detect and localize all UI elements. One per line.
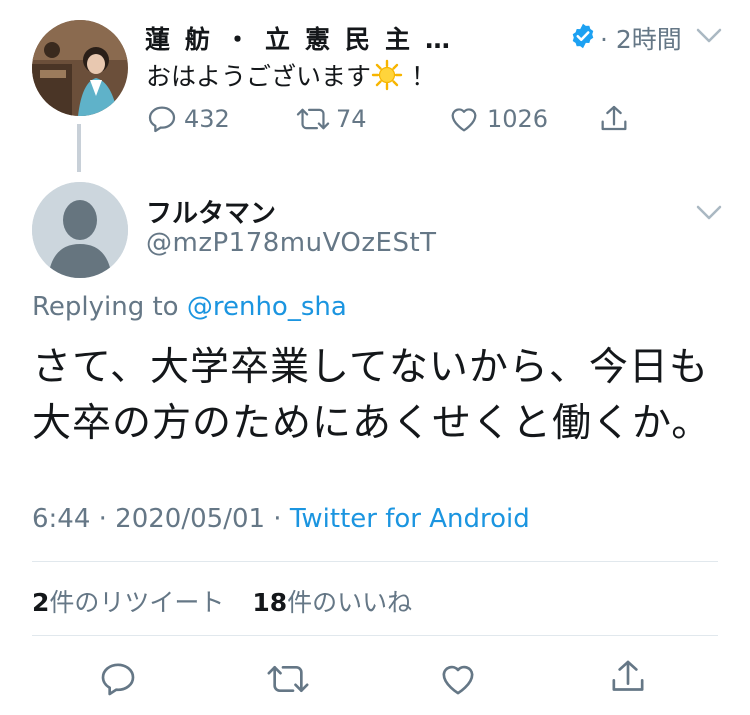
like-stat-label: 件のいいね	[287, 588, 413, 617]
share-button[interactable]	[603, 652, 653, 702]
divider-top	[32, 561, 718, 562]
reply-handle[interactable]: @mzP178muVOzEStT	[146, 228, 437, 258]
reply-avatar[interactable]	[32, 182, 128, 278]
reply-button[interactable]	[93, 654, 143, 704]
parent-like-count: 1026	[487, 105, 549, 133]
retweet-icon	[266, 659, 310, 699]
divider-bottom	[32, 635, 718, 636]
parent-chevron-down-icon[interactable]	[696, 28, 722, 44]
share-icon	[608, 656, 648, 698]
like-stat[interactable]: 18件のいいね	[252, 588, 412, 617]
sun-emoji-icon	[371, 59, 403, 91]
parent-share-button[interactable]	[598, 102, 630, 136]
thread-connector-line	[77, 124, 81, 172]
retweet-stat-label: 件のリツイート	[49, 588, 225, 617]
tweet-source-link[interactable]: Twitter for Android	[290, 504, 530, 534]
reply-chevron-down-icon[interactable]	[696, 205, 722, 221]
parent-retweet-button[interactable]: 74	[296, 103, 367, 135]
tweet-timestamp[interactable]: 6:44 · 2020/05/01 ·	[32, 504, 290, 534]
tweet-meta: 6:44 · 2020/05/01 · Twitter for Android	[32, 504, 530, 534]
replying-to-label: Replying to	[32, 292, 187, 322]
parent-display-name[interactable]: 蓮舫・立憲民主…	[145, 20, 550, 56]
parent-text-main: おはようございます	[146, 62, 372, 91]
parent-avatar[interactable]	[32, 20, 128, 116]
retweet-button[interactable]	[263, 654, 313, 704]
engagement-stats: 2件のリツイート 18件のいいね	[32, 583, 412, 619]
parent-retweet-count: 74	[336, 105, 367, 133]
heart-icon	[447, 103, 481, 135]
like-stat-count: 18	[252, 588, 288, 617]
share-icon	[598, 102, 630, 136]
parent-reply-count: 432	[184, 105, 230, 133]
heart-icon	[437, 659, 479, 699]
verified-badge-icon	[569, 22, 597, 50]
retweet-stat[interactable]: 2件のリツイート	[32, 588, 224, 617]
like-button[interactable]	[433, 654, 483, 704]
replying-to-line: Replying to @renho_sha	[32, 292, 347, 322]
replying-to-handle-link[interactable]: @renho_sha	[187, 292, 347, 322]
parent-like-button[interactable]: 1026	[447, 103, 548, 135]
parent-text-exclamation: ！	[403, 62, 436, 91]
retweet-stat-count: 2	[32, 588, 50, 617]
reply-display-name[interactable]: フルタマン	[146, 193, 276, 230]
parent-timestamp[interactable]: · 2時間	[600, 20, 682, 56]
retweet-icon	[296, 103, 330, 135]
reply-icon	[146, 103, 178, 135]
reply-tweet-text: さて、大学卒業してないから、今日も大卒の方のためにあくせくと働くか。	[32, 345, 712, 446]
parent-reply-button[interactable]: 432	[146, 103, 230, 135]
parent-tweet-text: おはようございます ！	[146, 57, 436, 93]
reply-icon	[98, 659, 138, 699]
